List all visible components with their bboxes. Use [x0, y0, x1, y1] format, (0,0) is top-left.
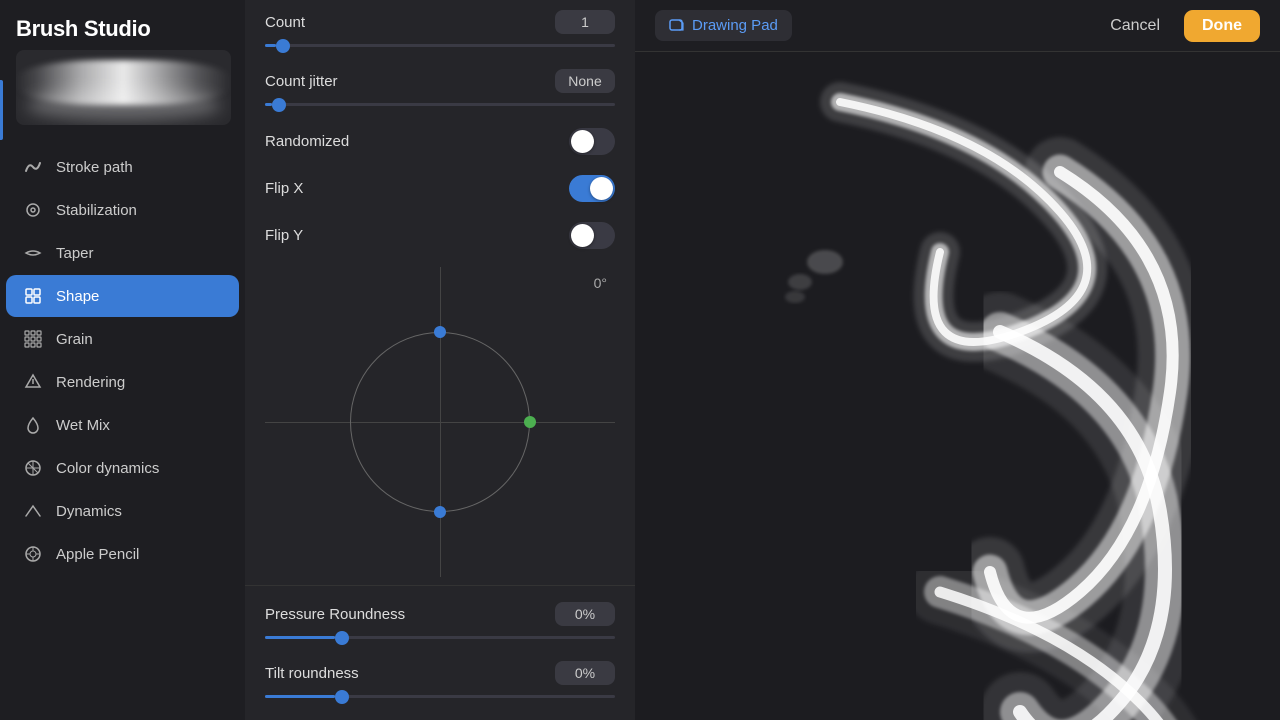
flip-y-row: Flip Y: [245, 212, 635, 259]
app-title: Brush Studio: [16, 16, 229, 42]
roundness-visualizer: 0°: [265, 267, 615, 577]
flip-x-toggle[interactable]: [569, 175, 615, 202]
sidebar-item-label-apple-pencil: Apple Pencil: [56, 546, 139, 563]
stabilization-icon: [22, 199, 44, 221]
rendering-icon: [22, 371, 44, 393]
stroke-path-icon: [22, 156, 44, 178]
sidebar-item-label-rendering: Rendering: [56, 374, 125, 391]
flip-x-row: Flip X: [245, 165, 635, 212]
sidebar-item-shape[interactable]: Shape: [6, 275, 239, 317]
count-jitter-slider-thumb[interactable]: [272, 98, 286, 112]
cancel-button[interactable]: Cancel: [1096, 10, 1174, 42]
pressure-roundness-row: Pressure Roundness 0%: [245, 592, 635, 636]
flip-y-toggle[interactable]: [569, 222, 615, 249]
grain-icon: [22, 328, 44, 350]
divider-1: [245, 585, 635, 586]
sidebar: Brush Studio Stroke path Stabilization: [0, 0, 245, 720]
sidebar-item-dynamics[interactable]: Dynamics: [6, 490, 239, 532]
taper-icon: [22, 242, 44, 264]
sidebar-item-label-color-dynamics: Color dynamics: [56, 460, 159, 477]
sidebar-item-apple-pencil[interactable]: Apple Pencil: [6, 533, 239, 575]
count-jitter-slider-fill: [265, 103, 272, 106]
settings-panel: Count 1 Count jitter None Randomized Fli…: [245, 0, 635, 720]
sidebar-item-label-wet-mix: Wet Mix: [56, 417, 110, 434]
tilt-roundness-label: Tilt roundness: [265, 665, 359, 682]
count-label: Count: [265, 14, 305, 31]
apple-pencil-icon: [22, 543, 44, 565]
count-jitter-value: None: [555, 69, 615, 93]
pressure-roundness-slider-thumb[interactable]: [335, 631, 349, 645]
sidebar-item-stabilization[interactable]: Stabilization: [6, 189, 239, 231]
brush-preview: [16, 50, 231, 125]
done-button[interactable]: Done: [1184, 10, 1260, 42]
count-jitter-row: Count jitter None: [245, 59, 635, 103]
wet-mix-icon: [22, 414, 44, 436]
sidebar-header: Brush Studio: [0, 0, 245, 145]
drawing-pad-label: Drawing Pad: [692, 17, 778, 34]
color-dynamics-icon: [22, 457, 44, 479]
pressure-roundness-value: 0%: [555, 602, 615, 626]
brush-strokes-svg: [635, 52, 1280, 720]
shape-icon: [22, 285, 44, 307]
sidebar-item-label-dynamics: Dynamics: [56, 503, 122, 520]
sidebar-item-stroke-path[interactable]: Stroke path: [6, 146, 239, 188]
sidebar-item-wet-mix[interactable]: Wet Mix: [6, 404, 239, 446]
sidebar-nav: Stroke path Stabilization Taper: [0, 145, 245, 720]
flip-y-toggle-knob: [571, 224, 594, 247]
viz-angle-label: 0°: [594, 275, 607, 291]
sidebar-item-label-stroke-path: Stroke path: [56, 159, 133, 176]
count-slider-fill: [265, 44, 276, 47]
tilt-roundness-row: Tilt roundness 0%: [245, 651, 635, 695]
tilt-roundness-slider-thumb[interactable]: [335, 690, 349, 704]
viz-right-handle[interactable]: [524, 416, 536, 428]
count-value: 1: [555, 10, 615, 34]
sidebar-item-taper[interactable]: Taper: [6, 232, 239, 274]
pressure-roundness-slider-fill: [265, 636, 335, 639]
randomized-row: Randomized: [245, 118, 635, 165]
drawing-canvas[interactable]: [635, 52, 1280, 720]
sidebar-item-label-shape: Shape: [56, 288, 99, 305]
flip-x-label: Flip X: [265, 180, 303, 197]
viz-circle: [350, 332, 530, 512]
sidebar-item-color-dynamics[interactable]: Color dynamics: [6, 447, 239, 489]
pressure-roundness-label: Pressure Roundness: [265, 606, 405, 623]
count-jitter-slider-track[interactable]: [265, 103, 615, 106]
randomized-toggle[interactable]: [569, 128, 615, 155]
flip-x-toggle-knob: [590, 177, 613, 200]
sidebar-item-label-taper: Taper: [56, 245, 94, 262]
sidebar-item-rendering[interactable]: Rendering: [6, 361, 239, 403]
active-indicator: [0, 80, 3, 140]
count-row: Count 1: [245, 0, 635, 44]
drawing-pad-button[interactable]: Drawing Pad: [655, 10, 792, 41]
sidebar-item-label-grain: Grain: [56, 331, 93, 348]
pressure-roundness-slider-row[interactable]: [245, 636, 635, 651]
drawing-pad-icon: [669, 18, 685, 34]
count-jitter-label: Count jitter: [265, 73, 338, 90]
pressure-roundness-slider-track[interactable]: [265, 636, 615, 639]
tilt-roundness-slider-row[interactable]: [245, 695, 635, 710]
top-actions: Cancel Done: [1096, 10, 1260, 42]
count-slider-row[interactable]: [245, 44, 635, 59]
viz-top-handle[interactable]: [434, 326, 446, 338]
sidebar-item-grain[interactable]: Grain: [6, 318, 239, 360]
count-jitter-slider-row[interactable]: [245, 103, 635, 118]
randomized-toggle-knob: [571, 130, 594, 153]
brush-stroke-bottom: [26, 90, 221, 120]
sidebar-item-label-stabilization: Stabilization: [56, 202, 137, 219]
tilt-roundness-value: 0%: [555, 661, 615, 685]
main-content: Drawing Pad Cancel Done: [635, 0, 1280, 720]
dynamics-icon: [22, 500, 44, 522]
randomized-label: Randomized: [265, 133, 349, 150]
count-slider-thumb[interactable]: [276, 39, 290, 53]
tilt-roundness-slider-track[interactable]: [265, 695, 615, 698]
count-slider-track[interactable]: [265, 44, 615, 47]
top-bar: Drawing Pad Cancel Done: [635, 0, 1280, 52]
tilt-roundness-slider-fill: [265, 695, 335, 698]
flip-y-label: Flip Y: [265, 227, 303, 244]
viz-bottom-handle[interactable]: [434, 506, 446, 518]
